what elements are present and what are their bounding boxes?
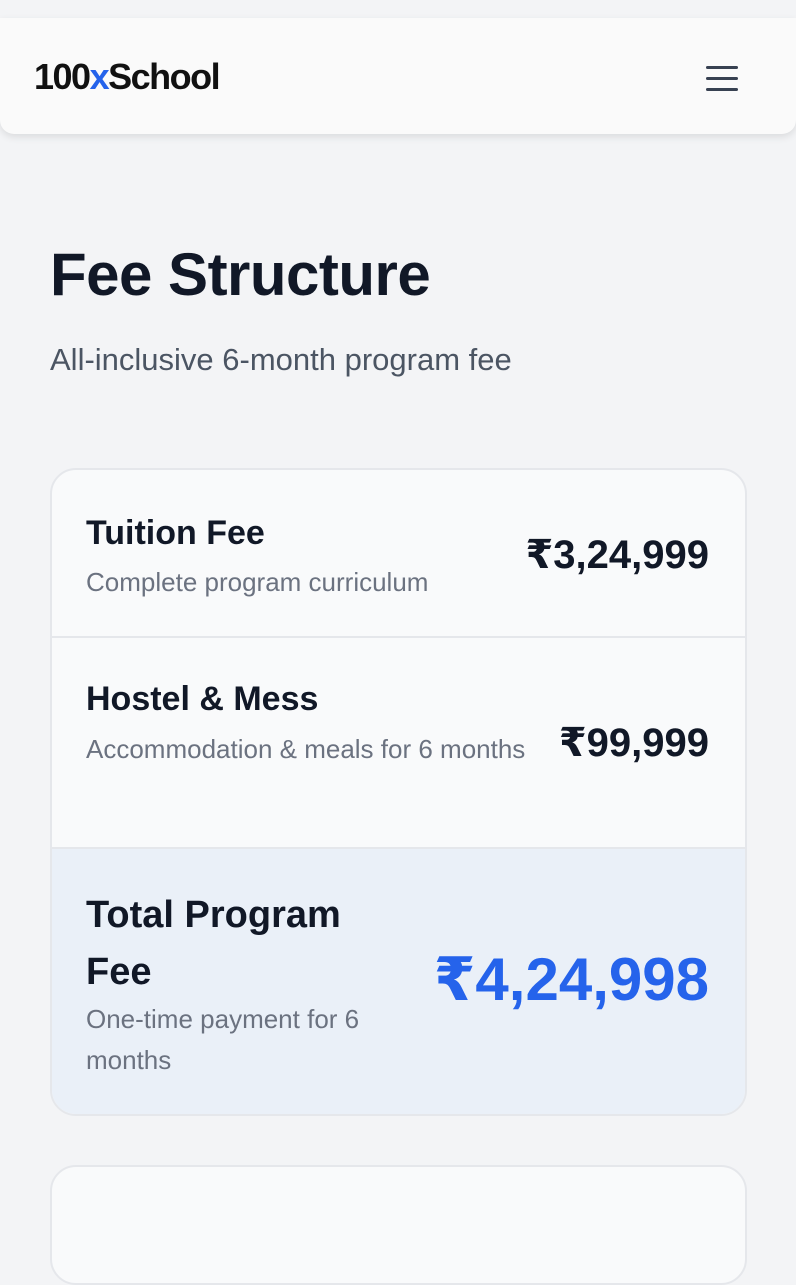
site-header: 100xSchool bbox=[0, 18, 796, 134]
fee-description: Accommodation & meals for 6 months bbox=[86, 734, 526, 764]
menu-bar bbox=[706, 77, 738, 80]
next-card bbox=[50, 1165, 747, 1285]
fee-label: Hostel & Mess bbox=[86, 680, 319, 718]
total-label: Total Program Fee bbox=[86, 894, 341, 993]
fee-card: Tuition Fee Complete program curriculum … bbox=[50, 468, 747, 1116]
logo[interactable]: 100xSchool bbox=[34, 56, 221, 98]
logo-suffix: School bbox=[108, 56, 221, 97]
fee-row-hostel: Hostel & Mess Accommodation & meals for … bbox=[52, 638, 745, 849]
fee-amount: ₹3,24,999 bbox=[525, 533, 709, 577]
total-amount: ₹4,24,998 bbox=[433, 946, 709, 1013]
fee-row-tuition: Tuition Fee Complete program curriculum … bbox=[52, 470, 745, 638]
hamburger-menu-icon[interactable] bbox=[700, 58, 744, 102]
menu-bar bbox=[706, 88, 738, 91]
logo-prefix: 100 bbox=[34, 56, 91, 97]
fee-description: Complete program curriculum bbox=[86, 567, 429, 597]
fee-label: Tuition Fee bbox=[86, 514, 265, 552]
total-description: One-time payment for 6 months bbox=[86, 1004, 360, 1075]
menu-bar bbox=[706, 66, 738, 69]
fee-row-total: Total Program Fee One-time payment for 6… bbox=[52, 849, 745, 1114]
page-subtitle: All-inclusive 6-month program fee bbox=[50, 342, 512, 377]
fee-amount: ₹99,999 bbox=[558, 721, 709, 765]
page-title: Fee Structure bbox=[50, 241, 431, 308]
logo-accent: x bbox=[89, 56, 110, 97]
